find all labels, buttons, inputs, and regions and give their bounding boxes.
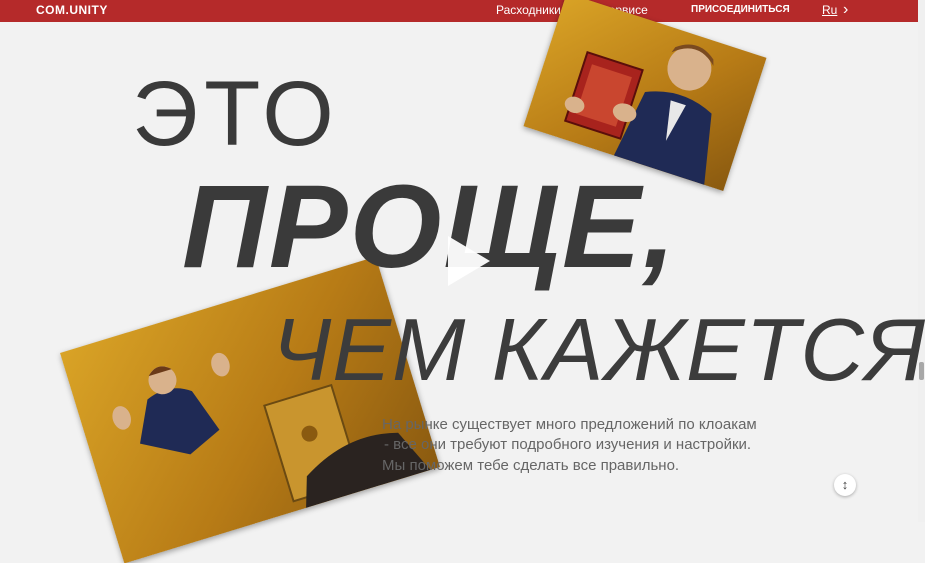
hero-line-1: ЭТО — [132, 63, 340, 165]
chevron-right-icon[interactable]: › — [843, 1, 848, 19]
language-switch[interactable]: Ru — [822, 3, 837, 17]
scrollbar-track[interactable] — [918, 0, 925, 522]
description-line-3: Мы поможем тебе сделать все правильно. — [382, 456, 680, 474]
top-navbar: COM.UNITY Расходники О сервисе ПРИСОЕДИН… — [0, 0, 918, 22]
description-line-1: На рынке существует много предложений по… — [382, 416, 757, 433]
description-line-2: - все они требуют подробного изучения и … — [384, 436, 752, 454]
nav-supplies-link[interactable]: Расходники — [496, 3, 561, 17]
hero-description: На рынке существует много предложений по… — [370, 415, 840, 476]
nav-join-link[interactable]: ПРИСОЕДИНИТЬСЯ — [691, 4, 790, 15]
scroll-toggle-button[interactable]: ↕ — [834, 474, 856, 496]
logo[interactable]: COM.UNITY — [36, 3, 108, 17]
play-icon[interactable] — [430, 228, 496, 294]
hero-line-3: ЧЕМ КАЖЕТСЯ — [272, 300, 925, 399]
